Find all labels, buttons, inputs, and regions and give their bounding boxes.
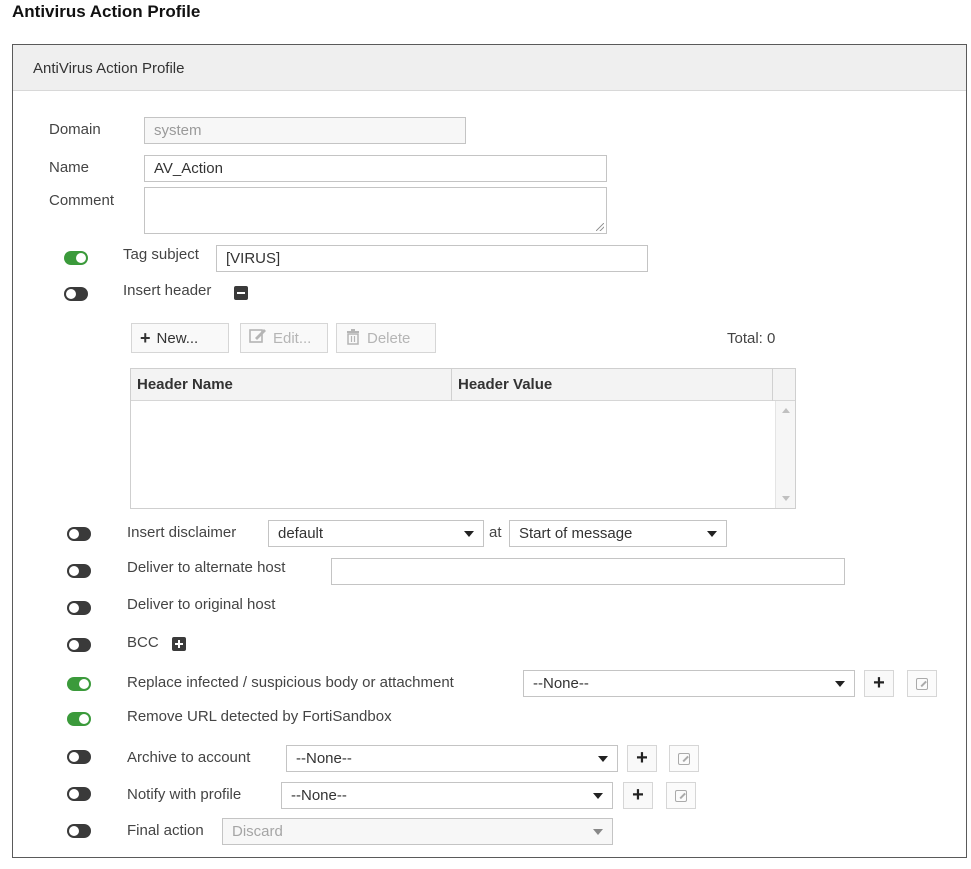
at-label: at	[489, 524, 502, 541]
comment-textarea[interactable]	[144, 187, 607, 234]
archive-account-label: Archive to account	[127, 749, 251, 766]
trash-icon	[345, 328, 361, 349]
disclaimer-select-value: default	[278, 525, 324, 542]
archive-account-add-button[interactable]: +	[627, 745, 657, 772]
column-header-name[interactable]: Header Name	[131, 369, 451, 401]
name-label: Name	[49, 159, 90, 176]
total-count: Total: 0	[727, 330, 776, 347]
notify-profile-toggle[interactable]	[67, 787, 91, 801]
name-field[interactable]: AV_Action	[144, 155, 607, 182]
chevron-down-icon	[593, 829, 603, 835]
insert-disclaimer-toggle[interactable]	[67, 527, 91, 541]
edit-icon	[675, 789, 687, 802]
chevron-down-icon	[464, 531, 474, 537]
archive-account-toggle[interactable]	[67, 750, 91, 764]
collapse-minus-icon[interactable]	[234, 286, 248, 300]
header-table: Header Name Header Value	[130, 368, 796, 509]
remove-url-label: Remove URL detected by FortiSandbox	[127, 708, 392, 725]
notify-profile-select[interactable]: --None--	[281, 782, 613, 809]
deliver-alternate-host-label: Deliver to alternate host	[127, 559, 286, 576]
final-action-label: Final action	[127, 822, 204, 839]
disclaimer-select[interactable]: default	[268, 520, 484, 547]
delete-header-button[interactable]: Delete	[336, 323, 436, 353]
edit-header-button[interactable]: Edit...	[240, 323, 328, 353]
final-action-toggle[interactable]	[67, 824, 91, 838]
notify-profile-value: --None--	[291, 787, 347, 804]
deliver-original-host-toggle[interactable]	[67, 601, 91, 615]
new-header-button-label: New...	[156, 329, 199, 347]
bcc-label: BCC	[127, 634, 159, 651]
replace-infected-value: --None--	[533, 675, 589, 692]
chevron-down-icon	[598, 756, 608, 762]
table-scrollbar[interactable]	[775, 401, 795, 508]
chevron-down-icon	[593, 793, 603, 799]
page-title: Antivirus Action Profile	[12, 2, 201, 21]
notify-profile-label: Notify with profile	[127, 786, 242, 803]
final-action-select[interactable]: Discard	[222, 818, 613, 845]
replace-infected-add-button[interactable]: +	[864, 670, 894, 697]
tag-subject-field[interactable]: [VIRUS]	[216, 245, 648, 272]
edit-icon	[678, 752, 690, 765]
final-action-value: Discard	[232, 823, 283, 840]
alternate-host-field[interactable]	[331, 558, 845, 585]
resize-grip-icon[interactable]	[596, 223, 604, 231]
plus-icon: +	[140, 328, 151, 348]
antivirus-action-profile-panel: AntiVirus Action Profile Domain system N…	[12, 44, 967, 858]
domain-field: system	[144, 117, 466, 144]
deliver-alternate-host-toggle[interactable]	[67, 564, 91, 578]
insert-disclaimer-label: Insert disclaimer	[127, 524, 237, 541]
archive-account-select[interactable]: --None--	[286, 745, 618, 772]
deliver-original-host-label: Deliver to original host	[127, 596, 276, 613]
edit-header-button-label: Edit...	[273, 329, 312, 347]
disclaimer-position-select[interactable]: Start of message	[509, 520, 727, 547]
chevron-down-icon	[835, 681, 845, 687]
archive-account-value: --None--	[296, 750, 352, 767]
insert-header-toggle[interactable]	[64, 287, 88, 301]
replace-infected-select[interactable]: --None--	[523, 670, 855, 697]
new-header-button[interactable]: + New...	[131, 323, 229, 353]
domain-label: Domain	[49, 121, 101, 138]
bcc-toggle[interactable]	[67, 638, 91, 652]
plus-icon: +	[632, 784, 644, 806]
notify-profile-add-button[interactable]: +	[623, 782, 653, 809]
notify-profile-edit-button[interactable]	[666, 782, 696, 809]
scroll-up-icon[interactable]	[782, 408, 790, 413]
column-header-value[interactable]: Header Value	[452, 369, 772, 401]
replace-infected-edit-button[interactable]	[907, 670, 937, 697]
replace-infected-toggle[interactable]	[67, 677, 91, 691]
plus-icon: +	[873, 672, 885, 694]
tag-subject-toggle[interactable]	[64, 251, 88, 265]
plus-icon: +	[636, 747, 648, 769]
edit-icon	[249, 328, 267, 348]
chevron-down-icon	[707, 531, 717, 537]
remove-url-toggle[interactable]	[67, 712, 91, 726]
comment-label: Comment	[49, 192, 115, 209]
archive-account-edit-button[interactable]	[669, 745, 699, 772]
expand-plus-icon[interactable]	[172, 637, 186, 651]
edit-icon	[916, 677, 928, 690]
delete-header-button-label: Delete	[367, 329, 411, 347]
disclaimer-position-value: Start of message	[519, 525, 633, 542]
insert-header-label: Insert header	[123, 282, 212, 299]
scroll-down-icon[interactable]	[782, 496, 790, 501]
header-table-head: Header Name Header Value	[131, 369, 795, 401]
panel-header: AntiVirus Action Profile	[13, 45, 966, 91]
replace-infected-label: Replace infected / suspicious body or at…	[127, 674, 454, 691]
tag-subject-label: Tag subject	[123, 246, 199, 263]
